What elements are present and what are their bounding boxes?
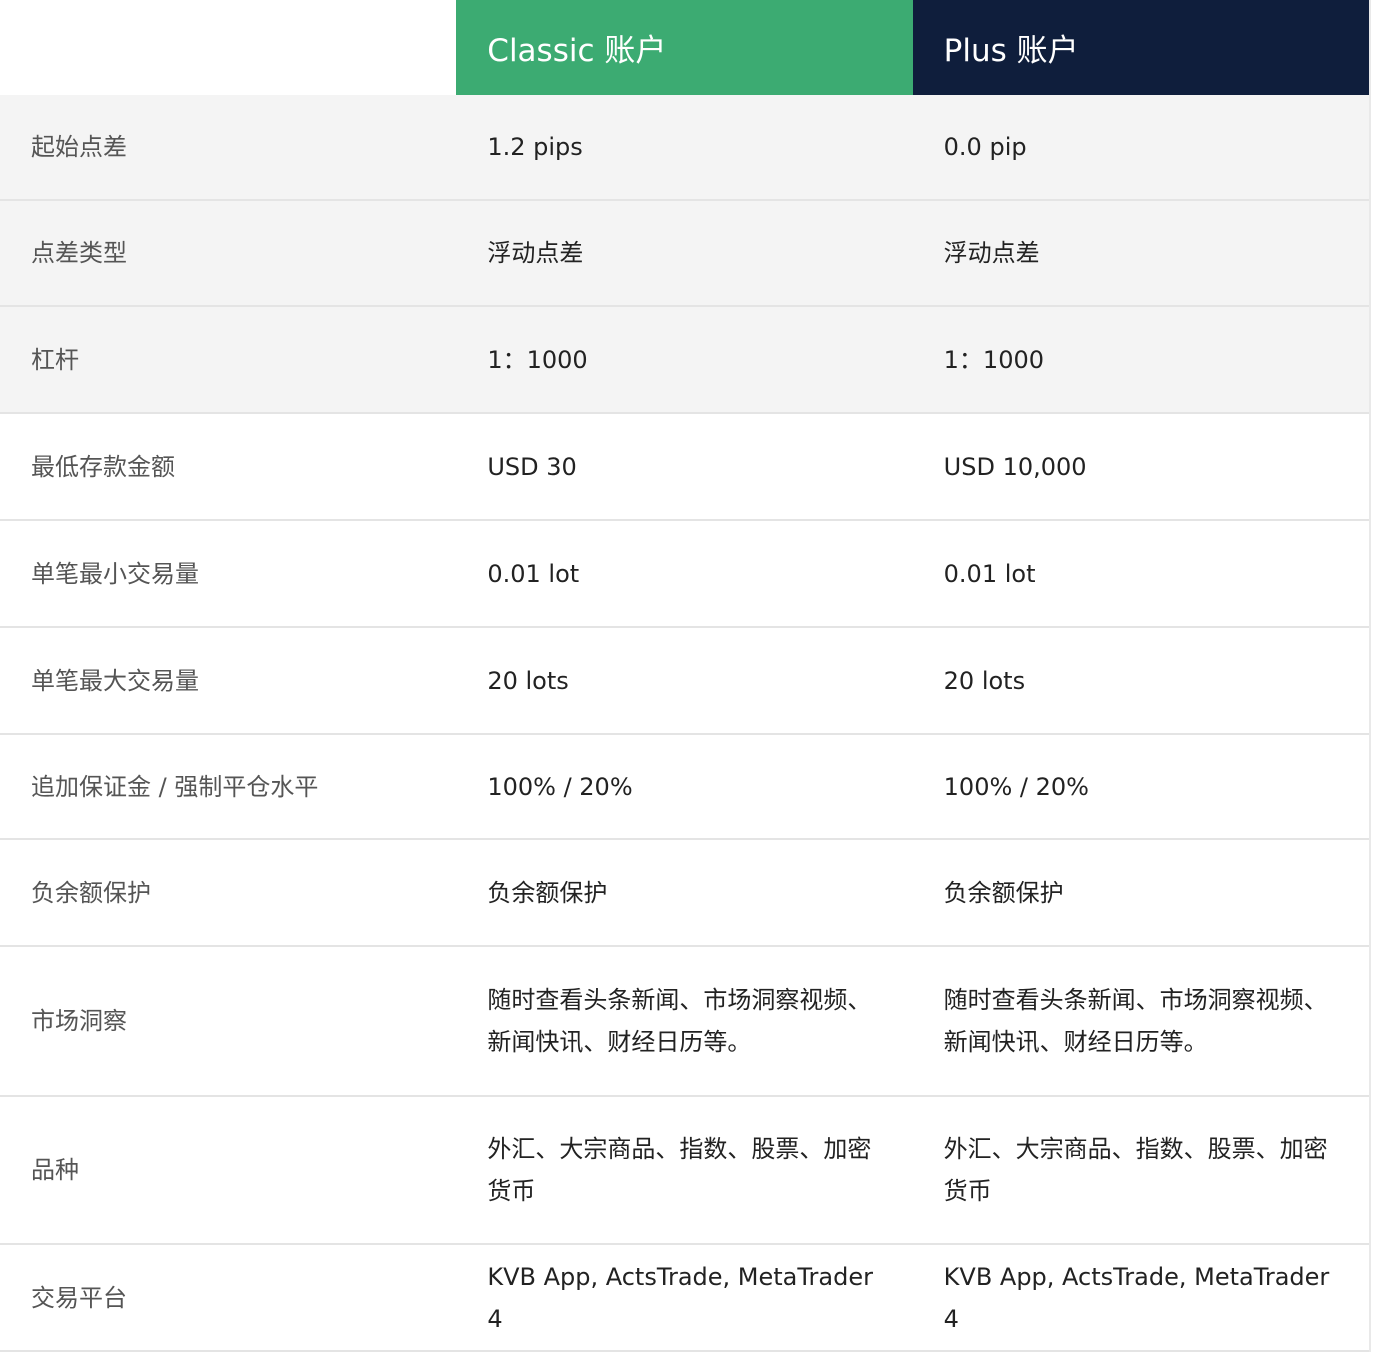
plus-value: 1：1000 (943, 345, 1045, 374)
plus-value: 100% / 20% (943, 772, 1089, 801)
plus-value: 外汇、大宗商品、指数、股票、加密货币 (943, 1135, 1328, 1205)
row-label: 单笔最小交易量 (31, 559, 199, 588)
classic-value: USD 30 (487, 452, 577, 481)
table-row: 点差类型 浮动点差 浮动点差 (0, 201, 1369, 307)
table-header: Classic 账户 Plus 账户 (0, 0, 1369, 95)
table-row: 起始点差 1.2 pips 0.0 pip (0, 95, 1369, 201)
row-label: 负余额保护 (31, 878, 151, 907)
row-label: 追加保证金 / 强制平仓水平 (31, 772, 319, 801)
classic-value: 0.01 lot (487, 559, 580, 588)
row-label: 起始点差 (31, 133, 127, 161)
plus-value: 浮动点差 (943, 239, 1040, 267)
classic-value: 1.2 pips (487, 133, 583, 161)
table-row: 追加保证金 / 强制平仓水平 100% / 20% 100% / 20% (0, 735, 1369, 840)
row-label: 市场洞察 (31, 1007, 127, 1035)
row-label: 杠杆 (31, 345, 79, 374)
table-row: 交易平台 KVB App, ActsTrade, MetaTrader 4 KV… (0, 1245, 1369, 1352)
classic-value: 负余额保护 (487, 878, 608, 907)
table-row: 市场洞察 随时查看头条新闻、市场洞察视频、新闻快讯、财经日历等。 随时查看头条新… (0, 947, 1369, 1097)
row-label: 点差类型 (31, 239, 127, 267)
plus-value: USD 10,000 (943, 452, 1087, 481)
plus-value: 0.0 pip (943, 133, 1027, 161)
plus-value: 随时查看头条新闻、市场洞察视频、新闻快讯、财经日历等。 (943, 986, 1328, 1056)
header-blank-cell (0, 0, 457, 95)
row-label: 品种 (31, 1156, 79, 1184)
row-label: 最低存款金额 (31, 452, 175, 481)
row-label: 交易平台 (31, 1283, 127, 1312)
plus-value: KVB App, ActsTrade, MetaTrader 4 (943, 1262, 1330, 1333)
table-row: 负余额保护 负余额保护 负余额保护 (0, 840, 1369, 947)
classic-value: 浮动点差 (487, 239, 584, 267)
table-row: 杠杆 1：1000 1：1000 (0, 307, 1369, 414)
plus-value: 负余额保护 (943, 878, 1064, 907)
row-label: 单笔最大交易量 (31, 666, 199, 695)
plus-value: 0.01 lot (943, 559, 1036, 588)
classic-value: 1：1000 (487, 345, 588, 374)
classic-value: 20 lots (487, 666, 569, 695)
table-row: 单笔最小交易量 0.01 lot 0.01 lot (0, 521, 1369, 628)
header-classic-account: Classic 账户 (456, 0, 913, 95)
table-row: 单笔最大交易量 20 lots 20 lots (0, 628, 1369, 735)
classic-value: 随时查看头条新闻、市场洞察视频、新闻快讯、财经日历等。 (487, 986, 872, 1056)
classic-value: 外汇、大宗商品、指数、股票、加密货币 (487, 1135, 872, 1205)
header-plus-account: Plus 账户 (912, 0, 1369, 95)
table-row: 品种 外汇、大宗商品、指数、股票、加密货币 外汇、大宗商品、指数、股票、加密货币 (0, 1097, 1369, 1245)
classic-value: 100% / 20% (487, 772, 633, 801)
classic-value: KVB App, ActsTrade, MetaTrader 4 (487, 1262, 873, 1333)
plus-value: 20 lots (943, 666, 1026, 695)
table-row: 最低存款金额 USD 30 USD 10,000 (0, 414, 1369, 521)
account-comparison-table: Classic 账户 Plus 账户 起始点差 1.2 pips 0.0 pip… (0, 0, 1371, 1352)
